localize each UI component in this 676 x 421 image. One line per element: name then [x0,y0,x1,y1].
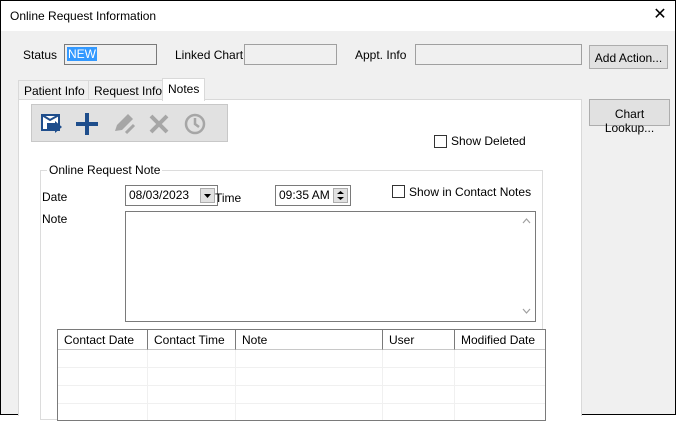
table-row [58,404,545,420]
linked-chart-field[interactable] [244,44,337,65]
note-label: Note [42,212,68,226]
note-textarea[interactable] [125,211,536,322]
table-row [58,386,545,404]
tab-notes[interactable]: Notes [162,78,206,101]
contact-notes-grid[interactable]: Contact Date Contact Time Note User Modi… [57,329,546,421]
status-field[interactable]: NEW [64,44,157,65]
close-button[interactable]: ✕ [649,4,671,26]
linked-chart-label: Linked Chart [175,48,244,62]
show-deleted-label: Show Deleted [451,134,526,148]
online-request-window: Online Request Information ✕ Status NEW … [0,0,676,421]
delete-icon [149,114,169,134]
note-scrollbar[interactable] [518,212,535,321]
close-icon: ✕ [653,6,667,23]
column-header-contact-time[interactable]: Contact Time [148,330,236,350]
show-deleted-checkbox[interactable] [434,135,447,148]
date-dropdown-button[interactable] [200,188,215,203]
time-label: Time [215,191,242,205]
date-picker[interactable]: 08/03/2023 [125,185,218,206]
history-icon [184,113,206,135]
appt-info-label: Appt. Info [355,48,407,62]
online-request-note-group: Online Request Note Date 08/03/2023 Time… [40,163,546,421]
time-picker[interactable]: 09:35 AM [275,185,351,206]
grid-header: Contact Date Contact Time Note User Modi… [58,330,545,350]
tab-patient-info[interactable]: Patient Info [18,80,91,100]
edit-icon [115,114,136,135]
open-note-button[interactable] [36,109,66,139]
window-title: Online Request Information [10,9,157,23]
column-header-modified-date[interactable]: Modified Date [455,330,545,350]
chevron-down-icon [204,194,211,198]
status-label: Status [23,48,58,62]
time-value: 09:35 AM [279,188,330,202]
notes-panel: Show Deleted Online Request Note Date 08… [18,99,582,421]
title-bar: Online Request Information ✕ [1,1,675,31]
add-action-button[interactable]: Add Action... [589,45,668,69]
scroll-arrows-icon [522,218,531,314]
add-icon [76,113,98,135]
table-row [58,350,545,368]
spinner-icon [337,191,344,200]
appt-info-field[interactable] [415,44,582,65]
status-value: NEW [67,47,97,61]
column-header-note[interactable]: Note [236,330,383,350]
add-note-button[interactable] [72,109,102,139]
table-row [58,368,545,386]
delete-note-button[interactable] [144,109,174,139]
show-in-contact-notes-label: Show in Contact Notes [409,185,532,199]
column-header-contact-date[interactable]: Contact Date [58,330,148,350]
group-legend: Online Request Note [47,163,163,177]
date-label: Date [42,190,68,204]
tab-request-info[interactable]: Request Info [88,80,169,100]
show-in-contact-notes-checkbox[interactable] [392,185,405,198]
open-note-icon [41,114,62,133]
edit-note-button[interactable] [108,109,138,139]
date-value: 08/03/2023 [129,188,190,202]
time-spinner[interactable] [333,188,348,203]
chart-lookup-button[interactable]: Chart Lookup... [589,99,670,135]
note-history-button[interactable] [180,109,210,139]
column-header-user[interactable]: User [383,330,455,350]
notes-toolbar [31,104,228,142]
